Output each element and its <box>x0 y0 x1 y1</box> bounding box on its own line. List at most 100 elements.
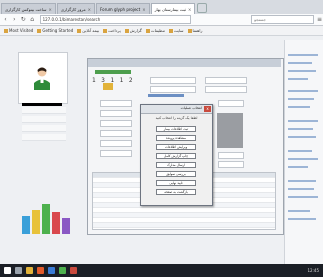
dialog-title-bar: انتخاب عملیات x <box>141 105 212 114</box>
sidebar-item[interactable] <box>288 78 308 80</box>
sidebar-item[interactable] <box>288 180 316 182</box>
form-field[interactable] <box>205 86 247 93</box>
address-bar-row: ‹ › ↻ ⌂ 127.0.0.1/bimarestan/search جستج… <box>0 14 323 26</box>
new-tab-button[interactable] <box>197 3 208 13</box>
sidebar-item[interactable] <box>288 136 316 138</box>
url-input[interactable]: 127.0.0.1/bimarestan/search <box>39 15 192 24</box>
folder-icon[interactable] <box>103 83 113 90</box>
reload-icon[interactable]: ↻ <box>20 16 27 23</box>
form-field[interactable] <box>218 161 244 168</box>
form-field[interactable] <box>100 110 132 117</box>
selected-field-highlight <box>148 94 184 97</box>
bookmark-item[interactable]: سایت <box>169 28 184 33</box>
search-input[interactable]: جستجو <box>251 15 315 24</box>
tab-label: مرور کارگزاری <box>60 6 86 12</box>
sidebar-item[interactable] <box>288 188 314 190</box>
close-tab-icon[interactable]: × <box>142 7 145 12</box>
browser-tab-bar: ساخت بیتوکس کارگزاری × مرور کارگزاری × For… <box>0 0 323 14</box>
forward-icon[interactable]: › <box>11 16 18 23</box>
sidebar-item[interactable] <box>288 70 316 72</box>
form-field[interactable] <box>205 77 247 84</box>
photo-placeholder <box>217 113 243 148</box>
sidebar-item[interactable] <box>288 120 318 122</box>
form-field[interactable] <box>100 130 132 137</box>
app-icon[interactable] <box>48 267 55 274</box>
sidebar-item[interactable] <box>288 54 318 56</box>
dialog-option-button[interactable]: چاپ گزارش کامل <box>156 153 196 159</box>
folder-icon[interactable] <box>26 267 33 274</box>
browser-tab[interactable]: Forum glyph project × <box>96 3 150 14</box>
sidebar-item[interactable] <box>288 150 312 152</box>
tab-label: ثبت بیمارستان بهار <box>154 6 186 12</box>
bookmark-item[interactable]: بیمه آنلاین <box>77 28 99 33</box>
dialog-option-button[interactable]: بررسی سوابق <box>156 171 196 177</box>
color-bar-purple <box>62 218 70 234</box>
home-icon[interactable]: ⌂ <box>29 16 36 23</box>
start-icon[interactable] <box>4 267 11 274</box>
browser-tab[interactable]: مرور کارگزاری × <box>56 3 95 14</box>
bookmark-item[interactable]: پرداخت <box>103 28 121 33</box>
form-field[interactable] <box>218 100 244 107</box>
browser-icon[interactable] <box>37 267 44 274</box>
right-sidebar <box>284 40 323 264</box>
close-tab-icon[interactable]: × <box>88 7 91 12</box>
bookmark-item[interactable]: Most Visited <box>4 28 33 33</box>
form-field[interactable] <box>100 100 132 107</box>
close-tab-icon[interactable]: × <box>48 7 51 12</box>
user-avatar-icon <box>34 67 50 90</box>
dialog-option-button[interactable]: مشاهده پرونده <box>156 135 196 141</box>
bookmark-item[interactable]: گزارش <box>125 28 142 33</box>
sidebar-item[interactable] <box>288 98 314 100</box>
sidebar-item[interactable] <box>288 128 313 130</box>
clock: 12:45 <box>307 268 319 273</box>
color-bar-green <box>42 204 50 234</box>
table-row[interactable] <box>93 223 275 228</box>
bookmark-item[interactable]: راهنما <box>188 28 203 33</box>
dialog-option-button[interactable]: ویرایش اطلاعات <box>156 144 196 150</box>
browser-tab[interactable]: ساخت بیتوکس کارگزاری × <box>1 3 56 14</box>
browser-tab-active[interactable]: ثبت بیمارستان بهار × <box>150 3 196 14</box>
menu-icon[interactable]: ≡ <box>316 16 323 23</box>
form-field[interactable] <box>100 120 132 127</box>
dialog-message: لطفا یک گزینه را انتخاب کنید <box>155 116 198 120</box>
dialog-option-button[interactable]: بازگشت به صفحه <box>156 189 196 195</box>
color-bar-blue <box>22 216 30 234</box>
app-icon[interactable] <box>70 267 77 274</box>
side-menu-item[interactable] <box>22 125 66 132</box>
side-menu-item[interactable] <box>22 134 66 141</box>
bookmarks-bar: Most Visited Getting Started بیمه آنلاین… <box>0 26 323 36</box>
form-field[interactable] <box>218 152 244 159</box>
profile-name-bar <box>22 103 62 106</box>
form-field[interactable] <box>150 77 196 84</box>
dialog-option-button[interactable]: تایید نهایی <box>156 180 196 186</box>
form-field[interactable] <box>100 150 132 157</box>
os-taskbar: 12:45 <box>0 264 323 277</box>
color-bar-yellow <box>32 210 40 234</box>
sidebar-item[interactable] <box>288 106 310 108</box>
decorative-color-bars <box>22 200 82 234</box>
bookmark-item[interactable]: Getting Started <box>37 28 73 33</box>
search-icon[interactable] <box>15 267 22 274</box>
dialog-title: انتخاب عملیات <box>180 106 202 110</box>
action-dialog: انتخاب عملیات x لطفا یک گزینه را انتخاب … <box>140 104 213 206</box>
sidebar-item[interactable] <box>288 90 318 92</box>
bookmark-item[interactable]: تنظیمات <box>146 28 165 33</box>
app-icon[interactable] <box>59 267 66 274</box>
side-menu <box>22 107 66 143</box>
sidebar-item[interactable] <box>288 196 318 198</box>
dialog-option-button[interactable]: ارسال مدارک <box>156 162 196 168</box>
sidebar-item[interactable] <box>288 158 318 160</box>
sidebar-item[interactable] <box>288 166 308 168</box>
close-icon[interactable]: x <box>204 106 211 112</box>
form-field[interactable] <box>150 86 196 93</box>
close-tab-icon[interactable]: × <box>188 7 191 12</box>
sidebar-item[interactable] <box>288 210 310 212</box>
sidebar-item[interactable] <box>288 218 316 220</box>
back-icon[interactable]: ‹ <box>2 16 9 23</box>
tab-label: Forum glyph project <box>100 6 141 12</box>
side-menu-item[interactable] <box>22 107 66 114</box>
side-menu-item[interactable] <box>22 116 66 123</box>
dialog-option-button[interactable]: ثبت اطلاعات بیمار <box>156 126 196 132</box>
form-field[interactable] <box>100 140 132 147</box>
sidebar-item[interactable] <box>288 62 312 64</box>
